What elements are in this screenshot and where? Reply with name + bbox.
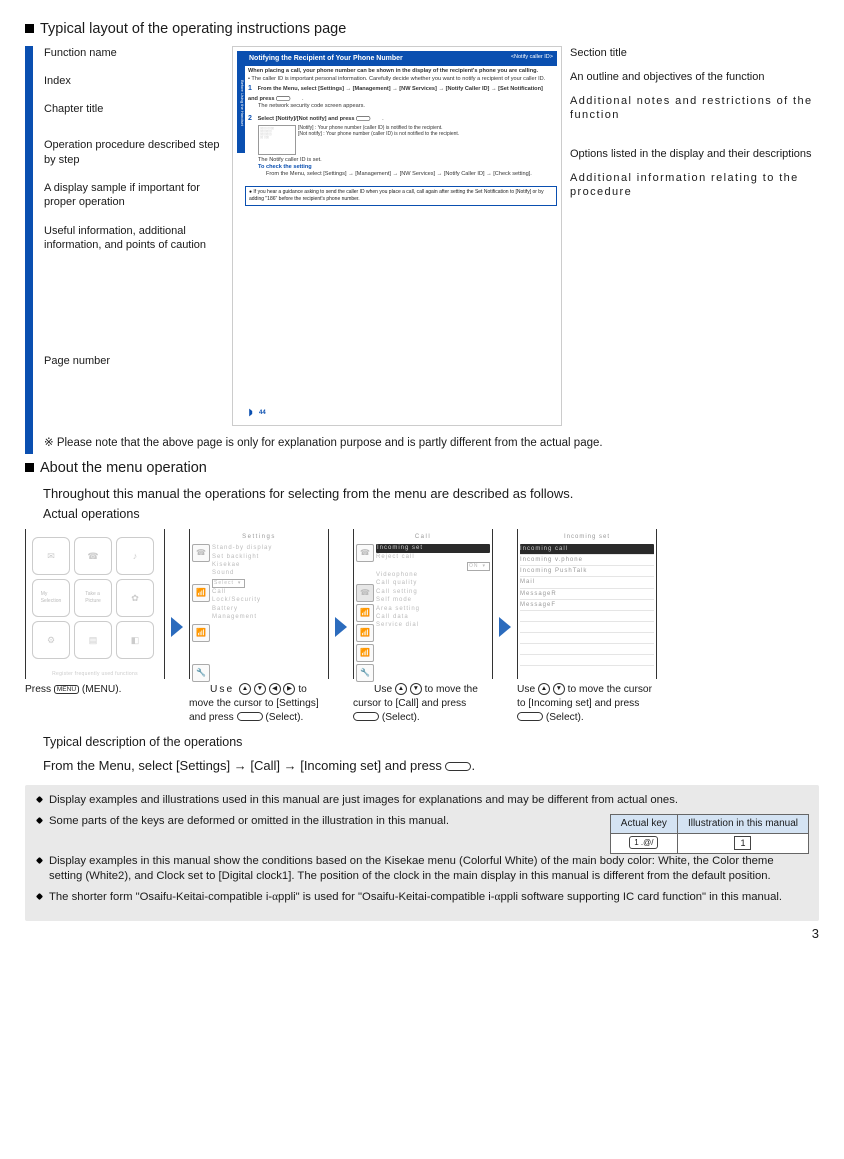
illus-key-sample: 1: [734, 836, 751, 851]
section1-footer-note: ※ Please note that the above page is onl…: [44, 436, 820, 452]
label-additional-info: Additional information relating to the p…: [570, 171, 820, 200]
right-label-column: Section title An outline and objectives …: [570, 46, 820, 426]
center-key-icon: [517, 712, 543, 721]
mini-page-number: 44: [247, 406, 266, 419]
up-key-icon: ▲: [538, 683, 550, 695]
screen-group-1: ✉ ☎ ♪ MySelection Take aPicture ✿ ⚙ ▤ ◧ …: [25, 529, 165, 697]
mini-screen-sample: ▯▯▯▯ ▯▯▯▯▯▯▯▯▯▯▯▯▯▯▯▯▯▯▯▯ ▯▯▯: [258, 125, 296, 155]
caption-2: Use ▲ ▼ ◀ ▶ to move the cursor to [Setti…: [189, 683, 329, 724]
note-4: The shorter form "Osaifu-Keitai-compatib…: [35, 890, 809, 906]
menu-icon: ⚙: [32, 621, 70, 659]
caption-3: Use ▲ ▼ to move the cursor to [Call] and…: [353, 683, 493, 724]
menu-key-icon: MENU: [54, 685, 79, 694]
leader-bars: [25, 46, 35, 460]
page-number: 3: [25, 925, 819, 943]
label-display-sample: A display sample if important for proper…: [44, 181, 224, 210]
mini-opt-notnotify: [Not notify] : Your phone number (caller…: [298, 131, 459, 137]
label-outline: An outline and objectives of the functio…: [570, 70, 820, 84]
heading-typical-layout: Typical layout of the operating instruct…: [25, 20, 819, 40]
up-key-icon: ▲: [395, 683, 407, 695]
screen-call: Call ☎ ☎ 📶📶 📶🔧 Incoming set Reject call …: [353, 529, 493, 679]
typical-line: From the Menu, select [Settings] → [Call…: [43, 757, 819, 775]
mini-check-heading: To check the setting: [258, 164, 312, 170]
heading-about-menu: About the menu operation: [25, 459, 819, 479]
menu-icon: ▤: [74, 621, 112, 659]
mini-step-2: 2 Select [Notify]/[Not notify] and press…: [248, 114, 554, 178]
label-useful-info: Useful information, additional informa­t…: [44, 224, 224, 253]
menu-icon: Take aPicture: [74, 579, 112, 617]
center-key-icon: [237, 712, 263, 721]
label-index: Index: [44, 74, 224, 88]
screen-incoming-set: Incoming set Incoming call Incoming v.ph…: [517, 529, 657, 679]
center-key-icon: [353, 712, 379, 721]
caption-4: Use ▲ ▼ to move the cursor to [Incoming …: [517, 683, 657, 724]
note-1: Display examples and illustrations used …: [35, 793, 809, 809]
menu-icon: ♪: [116, 537, 154, 575]
mini-step-1: 1 From the Menu, select [Settings] → [Ma…: [248, 85, 554, 109]
note-2: Actual keyIllustration in this manual 1 …: [35, 814, 809, 830]
label-chapter-title: Chapter title: [44, 102, 224, 116]
key-table: Actual keyIllustration in this manual 1 …: [610, 814, 809, 854]
about-intro: Throughout this manual the operations fo…: [43, 485, 819, 503]
actual-key-sample: 1 .@/: [629, 836, 658, 849]
center-key-icon: [445, 762, 471, 771]
mini-note: ● If you hear a guidance asking to send …: [245, 186, 557, 206]
right-key-icon: ▶: [283, 683, 295, 695]
mini-lead: When placing a call, your phone number c…: [248, 68, 554, 75]
label-function-name: Function name: [44, 46, 224, 60]
down-key-icon: ▼: [553, 683, 565, 695]
notes-box: Display examples and illustrations used …: [25, 785, 819, 921]
menu-icon: MySelection: [32, 579, 70, 617]
label-section-title: Section title: [570, 46, 820, 60]
left-key-icon: ◀: [269, 683, 281, 695]
screen-menu: ✉ ☎ ♪ MySelection Take aPicture ✿ ⚙ ▤ ◧ …: [25, 529, 165, 679]
th-actual: Actual key: [610, 814, 677, 833]
sample-page-box: Before Using the Handset Notifying the R…: [232, 46, 562, 426]
label-options: Options listed in the display and their …: [570, 147, 820, 161]
note-3: Display examples in this manual show the…: [35, 854, 809, 886]
menu-icon: ☎: [74, 537, 112, 575]
arrow-icon: [335, 617, 347, 637]
screen-settings: Settings ☎ 📶 📶 🔧 Stand-by display Set ba…: [189, 529, 329, 679]
down-key-icon: ▼: [254, 683, 266, 695]
caption-1: Press MENU (MENU).: [25, 683, 165, 697]
mini-bullet: • The caller ID is important personal in…: [248, 76, 554, 83]
menu-icon: ✉: [32, 537, 70, 575]
left-label-column: Function name Index Chapter title Operat…: [44, 46, 224, 426]
screen-group-4: Incoming set Incoming call Incoming v.ph…: [517, 529, 657, 724]
mini-section-title: Notifying the Recipient of Your Phone Nu…: [245, 51, 557, 66]
mini-chapter-tab: Before Using the Handset: [237, 51, 245, 153]
up-key-icon: ▲: [239, 683, 251, 695]
typical-desc-label: Typical description of the operations: [43, 734, 819, 751]
label-additional-notes: Additional notes and restrictions of the…: [570, 94, 820, 123]
screen-group-2: Settings ☎ 📶 📶 🔧 Stand-by display Set ba…: [189, 529, 329, 724]
down-key-icon: ▼: [410, 683, 422, 695]
label-operation-procedure: Operation proce­dure described step by s…: [44, 138, 224, 167]
arrow-icon: [499, 617, 511, 637]
screen-group-3: Call ☎ ☎ 📶📶 📶🔧 Incoming set Reject call …: [353, 529, 493, 724]
menu-icon: ✿: [116, 579, 154, 617]
arrow-icon: [171, 617, 183, 637]
th-illus: Illustration in this manual: [677, 814, 808, 833]
label-page-number: Page number: [44, 354, 224, 368]
actual-operations-label: Actual operations: [43, 506, 819, 523]
menu-icon: ◧: [116, 621, 154, 659]
